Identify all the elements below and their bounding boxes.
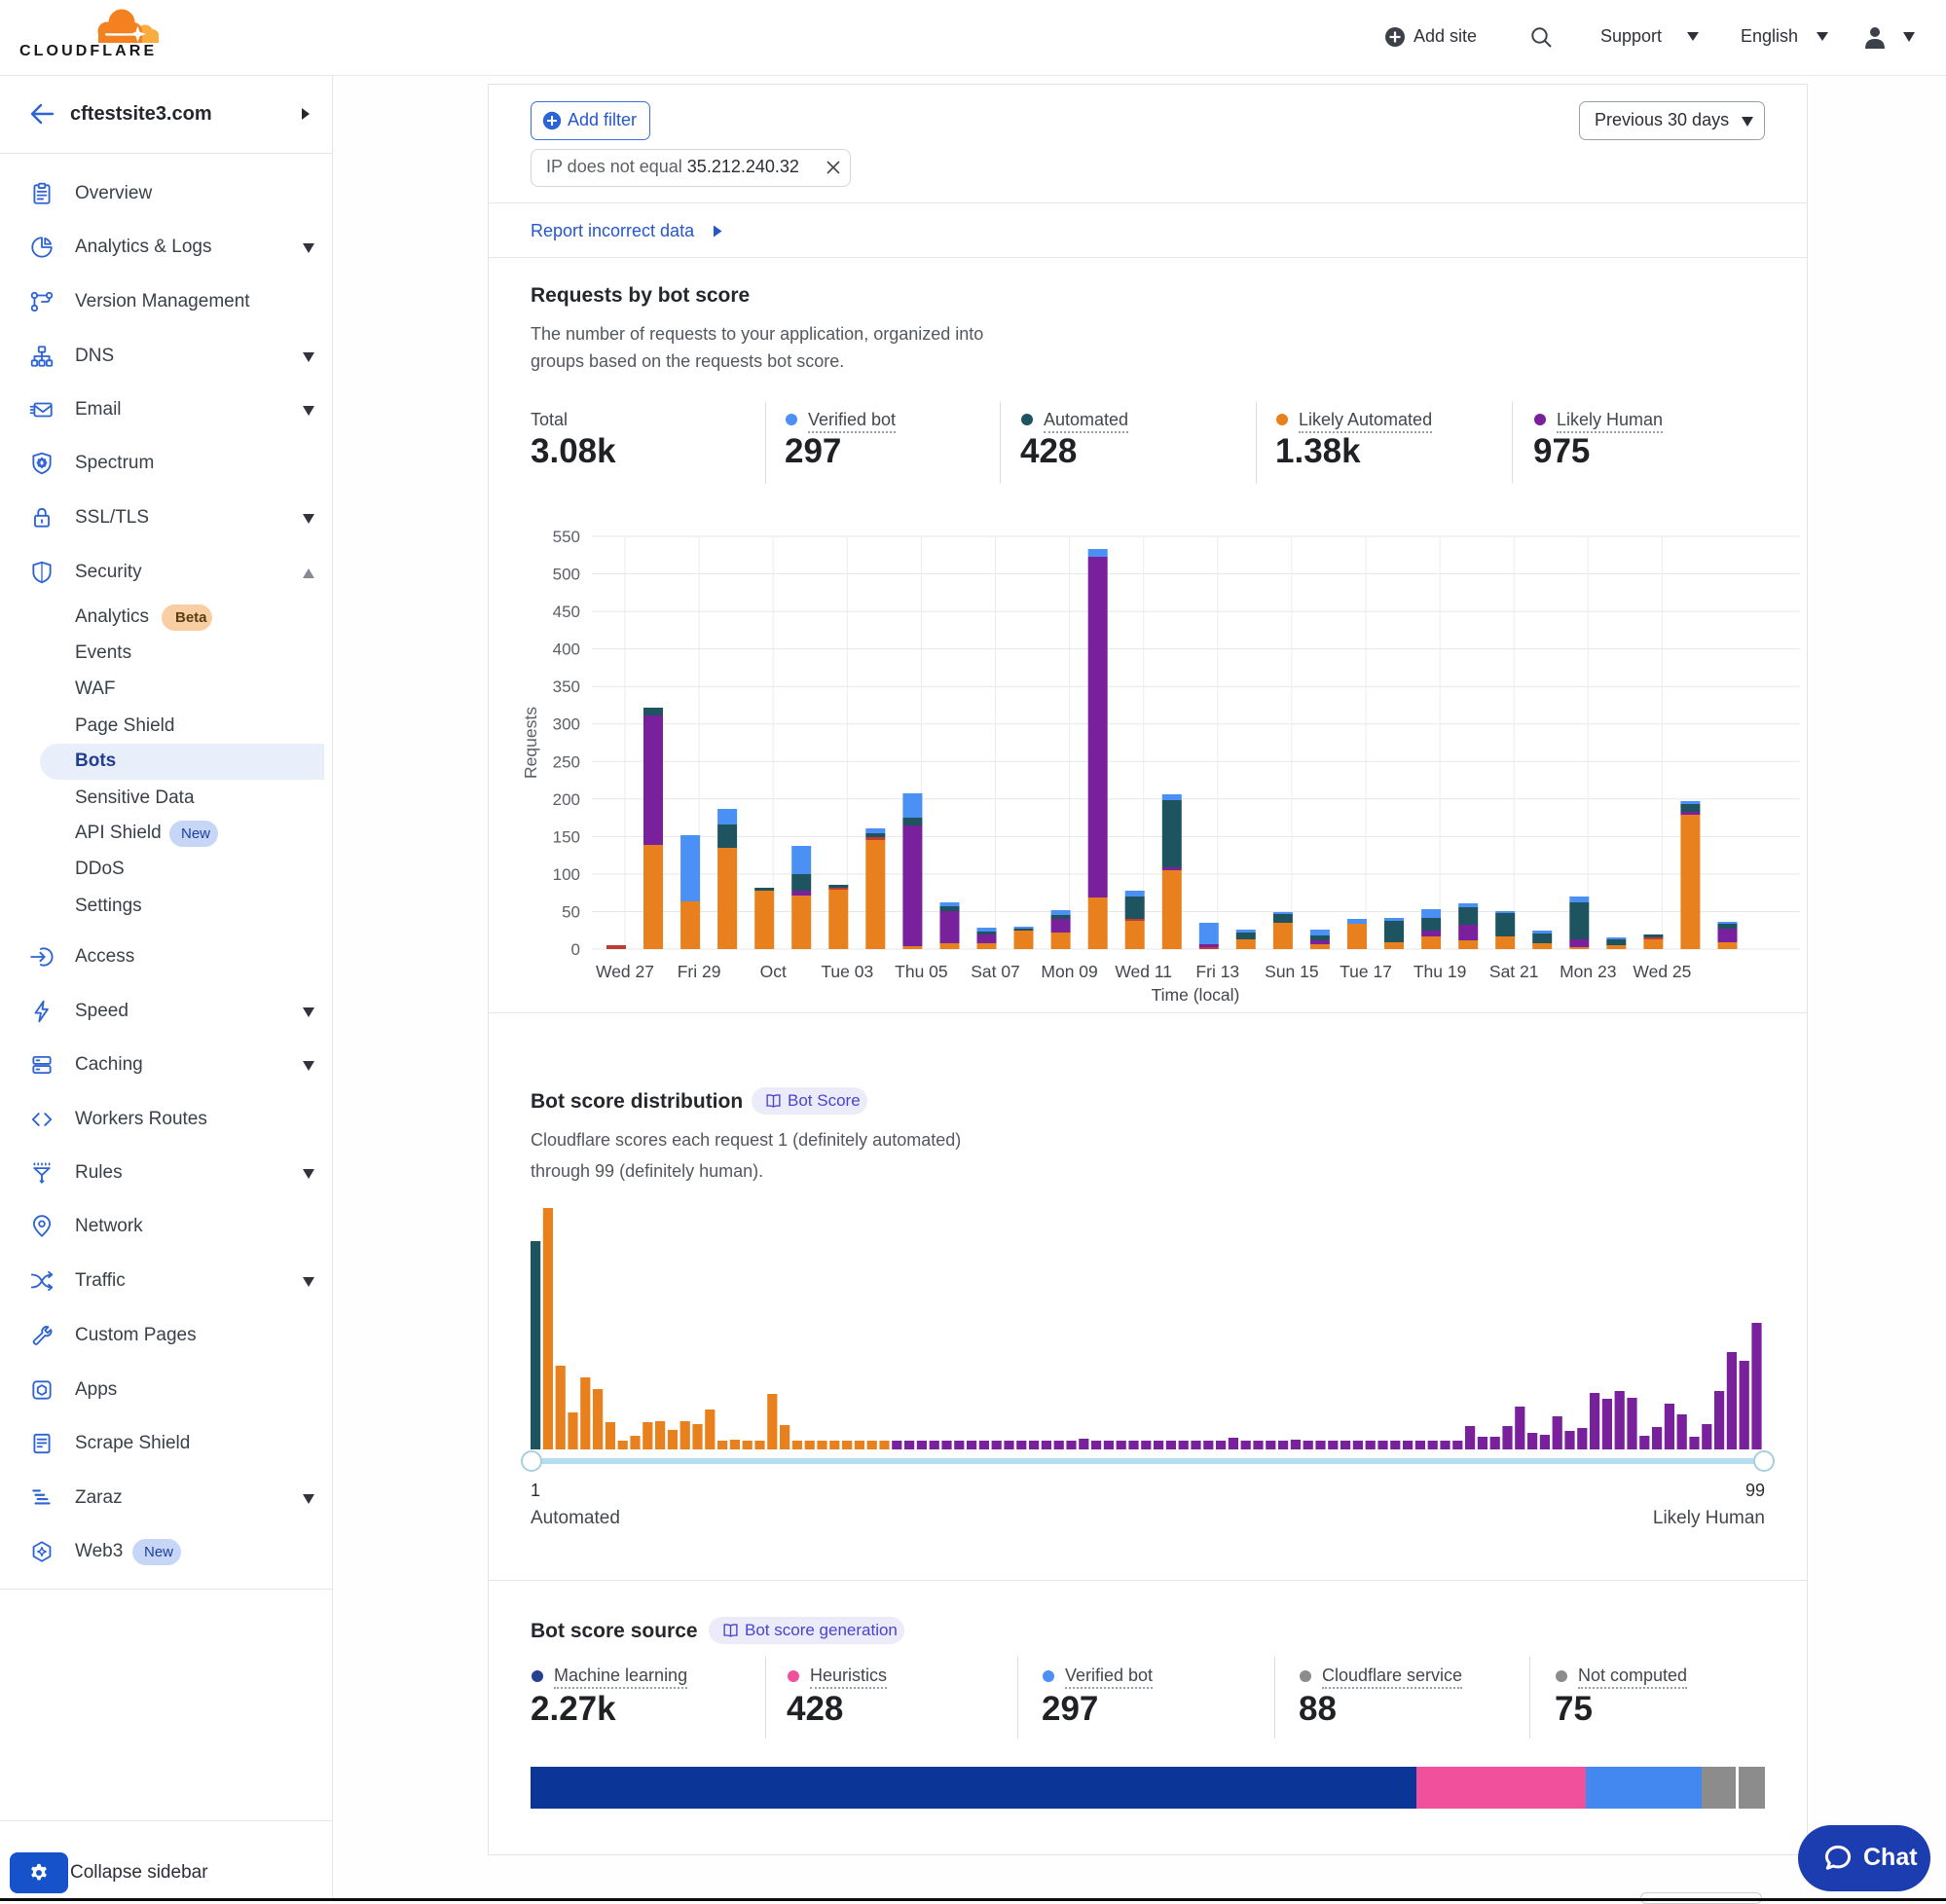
svg-text:Thu 05: Thu 05: [895, 962, 947, 981]
svg-text:400: 400: [553, 641, 580, 659]
svg-text:Sat 07: Sat 07: [971, 962, 1020, 981]
svg-text:Sat 21: Sat 21: [1489, 962, 1539, 981]
svg-text:Thu 19: Thu 19: [1414, 962, 1466, 981]
svg-text:Sun 15: Sun 15: [1265, 962, 1318, 981]
svg-text:Wed 11: Wed 11: [1115, 962, 1172, 981]
svg-text:Requests: Requests: [521, 707, 540, 779]
svg-text:100: 100: [553, 865, 580, 884]
svg-text:500: 500: [553, 566, 580, 584]
svg-text:Mon 23: Mon 23: [1560, 962, 1616, 981]
svg-text:Oct: Oct: [760, 962, 787, 981]
svg-text:450: 450: [553, 603, 580, 621]
svg-text:250: 250: [553, 752, 580, 771]
svg-text:200: 200: [553, 790, 580, 809]
svg-text:Wed 27: Wed 27: [596, 962, 654, 981]
svg-text:300: 300: [553, 715, 580, 734]
svg-text:Tue 17: Tue 17: [1340, 962, 1392, 981]
svg-text:Fri 13: Fri 13: [1195, 962, 1239, 981]
svg-text:Wed 25: Wed 25: [1633, 962, 1691, 981]
svg-text:Mon 09: Mon 09: [1041, 962, 1097, 981]
svg-text:0: 0: [571, 940, 580, 959]
svg-text:50: 50: [562, 903, 580, 922]
svg-text:550: 550: [553, 528, 580, 546]
svg-text:150: 150: [553, 827, 580, 846]
svg-text:Time (local): Time (local): [1152, 985, 1240, 1005]
svg-text:Fri 29: Fri 29: [678, 962, 721, 981]
svg-text:350: 350: [553, 677, 580, 696]
svg-text:Tue 03: Tue 03: [821, 962, 873, 981]
